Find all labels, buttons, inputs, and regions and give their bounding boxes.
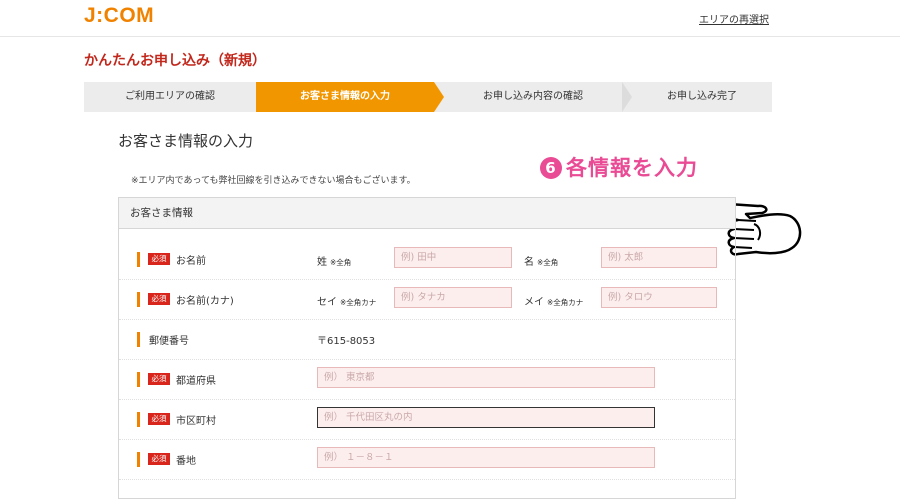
- form-row-address: 必須 番地 例） １－８－１: [119, 439, 735, 480]
- reselect-area-link[interactable]: エリアの再選択: [699, 11, 769, 26]
- required-badge: 必須: [148, 293, 170, 305]
- instruction-annotation: 6 各情報を入力: [540, 152, 698, 182]
- row-marker: [137, 332, 140, 347]
- section-title: お客さま情報の入力: [118, 132, 254, 150]
- last-name-kana-input[interactable]: 例) タナカ: [394, 287, 512, 308]
- progress-steps: ご利用エリアの確認 お客さま情報の入力 お申し込み内容の確認 お申し込み完了: [84, 82, 772, 112]
- first-name-kana-input[interactable]: 例) タロウ: [601, 287, 717, 308]
- kana-label: お名前(カナ): [176, 296, 234, 307]
- step-customer-info: お客さま情報の入力: [256, 82, 434, 112]
- address-label: 番地: [176, 456, 196, 467]
- form-row-postal: 郵便番号 〒615-8053: [119, 319, 735, 360]
- name-label: お名前: [176, 256, 206, 267]
- first-name-input[interactable]: 例) 太郎: [601, 247, 717, 268]
- sei-label: 姓 ※全角: [317, 257, 352, 268]
- row-marker: [137, 252, 140, 267]
- required-badge: 必須: [148, 413, 170, 425]
- top-bar: J:COM エリアの再選択: [0, 0, 900, 37]
- prefecture-input[interactable]: 例） 東京都: [317, 367, 655, 388]
- city-input[interactable]: 例） 千代田区丸の内: [317, 407, 655, 428]
- row-marker: [137, 412, 140, 427]
- last-name-input[interactable]: 例) 田中: [394, 247, 512, 268]
- customer-info-panel: お客さま情報 必須 お名前 姓 ※全角 例) 田中 名 ※全角 例) 太郎 必須 お…: [118, 197, 736, 499]
- step-number-badge: 6: [540, 157, 562, 179]
- required-badge: 必須: [148, 453, 170, 465]
- step-confirm: お申し込み内容の確認: [483, 91, 583, 102]
- required-badge: 必須: [148, 253, 170, 265]
- address-input[interactable]: 例） １－８－１: [317, 447, 655, 468]
- postal-label: 郵便番号: [149, 336, 189, 347]
- form-row-name: 必須 お名前 姓 ※全角 例) 田中 名 ※全角 例) 太郎: [119, 239, 735, 280]
- form-row-prefecture: 必須 都道府県 例） 東京都: [119, 359, 735, 400]
- step-area-check: ご利用エリアの確認: [125, 91, 215, 102]
- area-note: ※エリア内であっても弊社回線を引き込みできない場合もございます。: [131, 176, 416, 186]
- step-arrow: [434, 82, 444, 112]
- mei-kana-label: メイ ※全角カナ: [524, 297, 584, 308]
- prefecture-label: 都道府県: [176, 376, 216, 387]
- row-marker: [137, 292, 140, 307]
- page-title: かんたんお申し込み（新規）: [84, 53, 266, 69]
- form-row-city: 必須 市区町村 例） 千代田区丸の内: [119, 399, 735, 440]
- city-label: 市区町村: [176, 416, 216, 427]
- required-badge: 必須: [148, 373, 170, 385]
- step-arrow: [622, 82, 632, 112]
- mei-label: 名 ※全角: [524, 257, 559, 268]
- step-complete: お申し込み完了: [667, 91, 737, 102]
- row-marker: [137, 452, 140, 467]
- instruction-text: 各情報を入力: [566, 156, 698, 180]
- sei-kana-label: セイ ※全角カナ: [317, 297, 377, 308]
- jcom-logo[interactable]: J:COM: [84, 4, 154, 28]
- panel-title: お客さま情報: [119, 198, 735, 229]
- form-row-kana: 必須 お名前(カナ) セイ ※全角カナ 例) タナカ メイ ※全角カナ 例) タロウ: [119, 279, 735, 320]
- row-marker: [137, 372, 140, 387]
- postal-code-value: 〒615-8053: [317, 336, 376, 347]
